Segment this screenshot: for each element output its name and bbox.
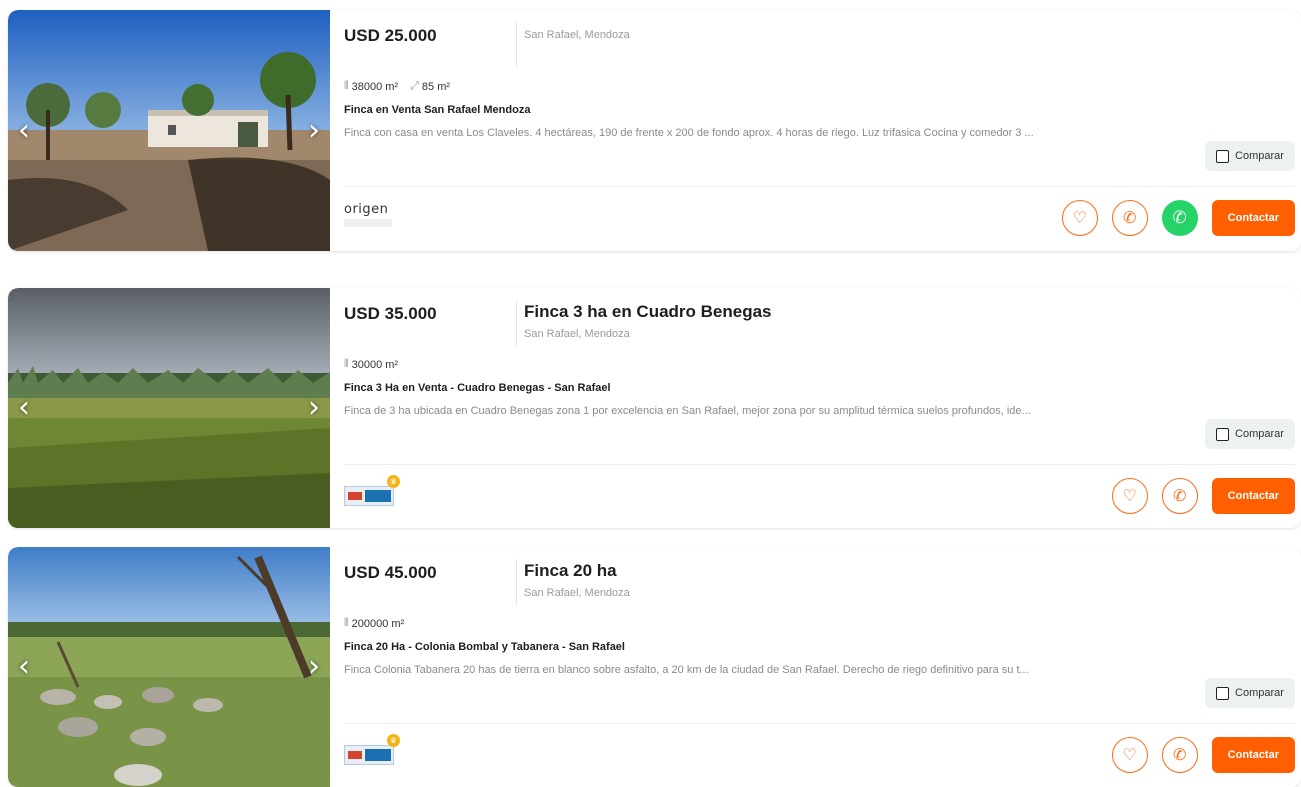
listing-card[interactable]: ‹ › USD 35.000 Finca 3 ha en Cuadro Bene…: [8, 288, 1301, 528]
heart-icon: ♡: [1122, 488, 1137, 505]
listing-title[interactable]: Finca 20 ha: [524, 561, 617, 581]
next-photo-icon[interactable]: ›: [308, 652, 320, 682]
listing-headline[interactable]: Finca en Venta San Rafael Mendoza: [344, 104, 530, 116]
whatsapp-icon: ✆: [1172, 208, 1187, 227]
listing-card[interactable]: ‹ › USD 25.000 San Rafael, Mendoza ⫴ 3800…: [8, 10, 1301, 251]
listing-actions: ♡ ✆ Contactar: [1111, 737, 1295, 773]
feature-land-area: ⫴ 200000 m²: [344, 617, 405, 630]
listing-actions: ♡ ✆ ✆ Contactar: [1061, 200, 1295, 236]
header-divider: [516, 22, 517, 68]
farmhouse-photo: [8, 10, 330, 251]
compare-checkbox[interactable]: Comparar: [1205, 678, 1295, 708]
listing-title[interactable]: Finca 3 ha en Cuadro Benegas: [524, 302, 772, 322]
agency-logo[interactable]: ♛: [344, 734, 400, 765]
listing-features: ⫴ 200000 m²: [344, 617, 404, 630]
checkbox-icon[interactable]: [1216, 427, 1230, 441]
covered-area-icon: ⤢: [410, 80, 419, 92]
land-area-icon: ⫴: [344, 358, 349, 370]
crown-icon: ♛: [387, 475, 400, 488]
favorite-button[interactable]: ♡: [1061, 200, 1098, 236]
compare-checkbox[interactable]: Comparar: [1205, 419, 1295, 449]
listing-photo[interactable]: ‹ ›: [8, 547, 330, 787]
phone-button[interactable]: ✆: [1161, 737, 1198, 773]
whatsapp-button[interactable]: ✆: [1161, 200, 1198, 236]
header-divider: [516, 300, 517, 346]
listing-description[interactable]: Finca Colonia Tabanera 20 has de tierra …: [344, 664, 1029, 676]
listing-card[interactable]: ‹ › USD 45.000 Finca 20 ha San Rafael, M…: [8, 547, 1301, 787]
feature-covered-area: ⤢ 85 m²: [410, 80, 451, 93]
listing-location: San Rafael, Mendoza: [524, 328, 630, 340]
compare-checkbox[interactable]: Comparar: [1205, 141, 1295, 171]
checkbox-icon[interactable]: [1216, 149, 1230, 163]
field-photo: [8, 288, 330, 528]
listing-photo[interactable]: ‹ ›: [8, 10, 330, 251]
prev-photo-icon[interactable]: ‹: [18, 652, 30, 682]
crown-icon: ♛: [387, 734, 400, 747]
listing-price: USD 25.000: [344, 26, 437, 45]
listing-description[interactable]: Finca de 3 ha ubicada en Cuadro Benegas …: [344, 405, 1031, 417]
phone-icon: ✆: [1122, 210, 1137, 227]
phone-icon: ✆: [1172, 488, 1187, 505]
phone-icon: ✆: [1172, 747, 1187, 764]
heart-icon: ♡: [1072, 210, 1087, 227]
card-divider: [344, 464, 1295, 465]
listing-photo[interactable]: ‹ ›: [8, 288, 330, 528]
land-area-icon: ⫴: [344, 80, 349, 92]
next-photo-icon[interactable]: ›: [308, 115, 320, 146]
header-divider: [516, 559, 517, 605]
agency-logo[interactable]: origen: [344, 202, 392, 227]
contact-button[interactable]: Contactar: [1211, 478, 1295, 514]
listing-headline[interactable]: Finca 3 Ha en Venta - Cuadro Benegas - S…: [344, 382, 611, 394]
listing-headline[interactable]: Finca 20 Ha - Colonia Bombal y Tabanera …: [344, 641, 625, 653]
contact-button[interactable]: Contactar: [1211, 737, 1295, 773]
next-photo-icon[interactable]: ›: [308, 393, 320, 423]
contact-button[interactable]: Contactar: [1211, 200, 1295, 236]
listing-description[interactable]: Finca con casa en venta Los Claveles. 4 …: [344, 127, 1034, 139]
prev-photo-icon[interactable]: ‹: [18, 115, 30, 146]
feature-land-area: ⫴ 30000 m²: [344, 358, 399, 371]
listing-price: USD 35.000: [344, 304, 437, 323]
listing-location: San Rafael, Mendoza: [524, 29, 630, 41]
prev-photo-icon[interactable]: ‹: [18, 393, 30, 423]
land-area-icon: ⫴: [344, 617, 349, 629]
favorite-button[interactable]: ♡: [1111, 478, 1148, 514]
listing-price: USD 45.000: [344, 563, 437, 582]
card-divider: [344, 186, 1295, 187]
favorite-button[interactable]: ♡: [1111, 737, 1148, 773]
checkbox-icon[interactable]: [1216, 686, 1230, 700]
listing-features: ⫴ 30000 m²: [344, 358, 398, 371]
listing-features: ⫴ 38000 m² ⤢ 85 m²: [344, 80, 450, 93]
pasture-photo: [8, 547, 330, 787]
phone-button[interactable]: ✆: [1111, 200, 1148, 236]
phone-button[interactable]: ✆: [1161, 478, 1198, 514]
heart-icon: ♡: [1122, 747, 1137, 764]
feature-land-area: ⫴ 38000 m²: [344, 80, 399, 93]
agency-logo[interactable]: ♛: [344, 475, 400, 506]
listing-actions: ♡ ✆ Contactar: [1111, 478, 1295, 514]
listing-location: San Rafael, Mendoza: [524, 587, 630, 599]
card-divider: [344, 723, 1295, 724]
